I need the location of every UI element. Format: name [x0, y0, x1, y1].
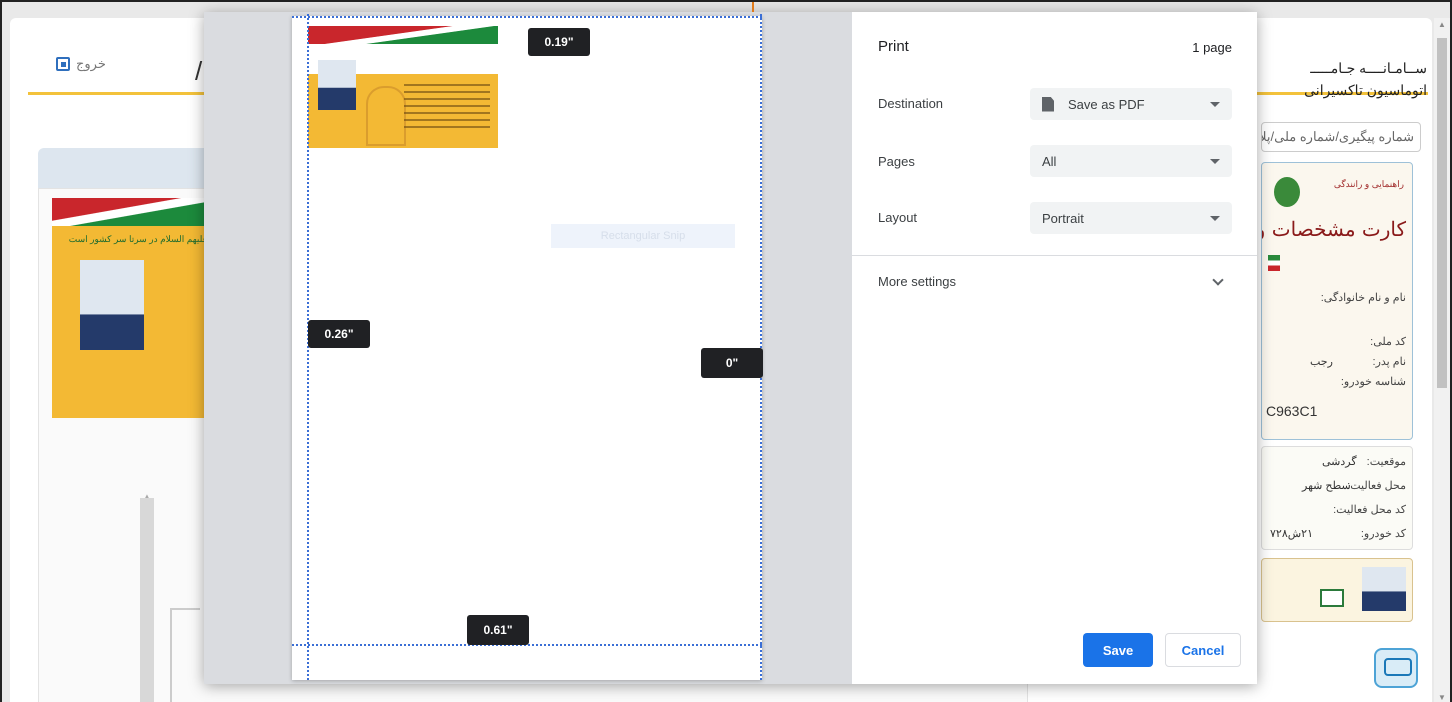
document-icon — [1042, 96, 1054, 112]
left-card-text: علیهم السلام در سرتا سر کشور است — [68, 234, 208, 244]
tracking-search-input[interactable]: شماره پیگیری/شماره ملی/پلا — [1261, 122, 1421, 152]
card-flag-band — [52, 198, 212, 226]
snip-overlay-label: Rectangular Snip — [551, 224, 735, 248]
destination-label: Destination — [878, 96, 944, 111]
driver-card-image: علیهم السلام در سرتا سر کشور است — [52, 198, 212, 418]
exit-icon — [56, 57, 70, 71]
top-margin-tag: 0.19" — [528, 28, 590, 56]
scroll-up-icon[interactable]: ▲ — [1438, 20, 1446, 29]
settings-divider — [852, 255, 1257, 256]
layout-value: Portrait — [1042, 210, 1084, 226]
vehicle-code-label: کد خودرو: — [1360, 528, 1406, 540]
field-name-label: نام و نام خانوادگی: — [1320, 292, 1406, 304]
print-settings-panel: Print 1 page Destination Save as PDF Pag… — [852, 12, 1257, 684]
dropdown-arrow-icon — [1210, 159, 1220, 164]
table-fragment — [170, 608, 200, 702]
driver-summary-card — [1261, 558, 1413, 622]
vehicle-id-card: راهنمایی و رانندگی کارت مشخصات وسیله نقل… — [1261, 162, 1413, 440]
driver-thumbnail — [1362, 567, 1406, 611]
card-header: راهنمایی و رانندگی — [1333, 179, 1404, 189]
print-dialog: Rectangular Snip 0.19" 0.26" 0" 0.61" Pr… — [204, 2, 1257, 684]
system-subtitle: اتوماسیون تاکسیرانی — [1304, 82, 1427, 98]
pages-select[interactable]: All — [1030, 145, 1232, 177]
iran-flag-icon — [1268, 255, 1280, 271]
page-scrollbar[interactable]: ▲ ▼ — [1434, 18, 1450, 702]
layout-label: Layout — [878, 210, 918, 225]
field-vehicle-id-label: شناسه خودرو: — [1340, 376, 1406, 388]
print-preview-area: Rectangular Snip 0.19" 0.26" 0" 0.61" — [204, 2, 852, 684]
pages-value: All — [1042, 153, 1057, 169]
card-title: کارت مشخصات وسیله نقلیه — [1262, 217, 1406, 241]
save-button[interactable]: Save — [1083, 633, 1153, 667]
vehicle-code-value: ۲۱ش۷۲۸ — [1270, 528, 1313, 540]
status-label: موقعیت: — [1366, 456, 1406, 468]
driver-photo — [80, 260, 144, 350]
scroll-down-icon[interactable]: ▼ — [1438, 693, 1446, 702]
card-monument-graphic — [366, 86, 406, 146]
snip-marker — [752, 2, 754, 12]
activity-code-label: کد محل فعالیت: — [1333, 504, 1406, 516]
top-margin-guide[interactable] — [292, 16, 762, 18]
system-title: ســامـانــــه جـامـــــ — [1310, 60, 1427, 76]
dropdown-arrow-icon — [1210, 102, 1220, 107]
page-count: 1 page — [1192, 40, 1232, 55]
vin-value: C963C1 — [1266, 403, 1318, 419]
field-father-value: رجب — [1310, 356, 1333, 368]
card-text-lines — [404, 84, 490, 133]
dropdown-arrow-icon — [1210, 216, 1220, 221]
destination-value: Save as PDF — [1068, 96, 1145, 112]
status-card: موقعیت: گردشی محل فعالیت: سطح شهر کد محل… — [1261, 446, 1413, 550]
driver-photo — [318, 60, 356, 110]
field-national-id-label: کد ملی: — [1370, 336, 1406, 348]
destination-select[interactable]: Save as PDF — [1030, 88, 1232, 120]
print-title: Print — [878, 38, 909, 55]
right-sidebar: ســامـانــــه جـامـــــ اتوماسیون تاکسیر… — [1255, 46, 1432, 702]
bottom-margin-tag: 0.61" — [467, 615, 529, 645]
preview-card-image — [308, 26, 498, 148]
preview-page — [292, 16, 762, 680]
inner-scrollbar[interactable] — [140, 498, 154, 702]
chevron-down-icon[interactable] — [1212, 274, 1224, 286]
cancel-button[interactable]: Cancel — [1165, 633, 1241, 667]
layout-select[interactable]: Portrait — [1030, 202, 1232, 234]
exit-label: خروج — [76, 56, 106, 71]
status-value: گردشی — [1322, 456, 1357, 468]
chat-support-icon[interactable] — [1374, 648, 1418, 688]
pages-label: Pages — [878, 154, 915, 169]
activity-area-label: محل فعالیت: — [1347, 480, 1406, 492]
exit-link[interactable]: خروج — [56, 56, 106, 72]
screen: خروج / علیهم السلام در سرتا سر کشور است … — [0, 0, 1452, 702]
field-father-label: نام پدر: — [1372, 356, 1406, 368]
police-emblem-icon — [1274, 177, 1300, 207]
activity-area-value: سطح شهر — [1302, 480, 1351, 492]
scrollbar-thumb[interactable] — [1437, 38, 1447, 388]
left-margin-tag: 0.26" — [308, 320, 370, 348]
card-flag-band — [308, 26, 498, 44]
right-margin-tag: 0" — [701, 348, 763, 378]
right-margin-guide[interactable] — [760, 14, 762, 680]
more-settings-toggle[interactable]: More settings — [878, 274, 956, 289]
id-card-icon — [1320, 589, 1344, 607]
header-fragment: / — [195, 56, 203, 86]
